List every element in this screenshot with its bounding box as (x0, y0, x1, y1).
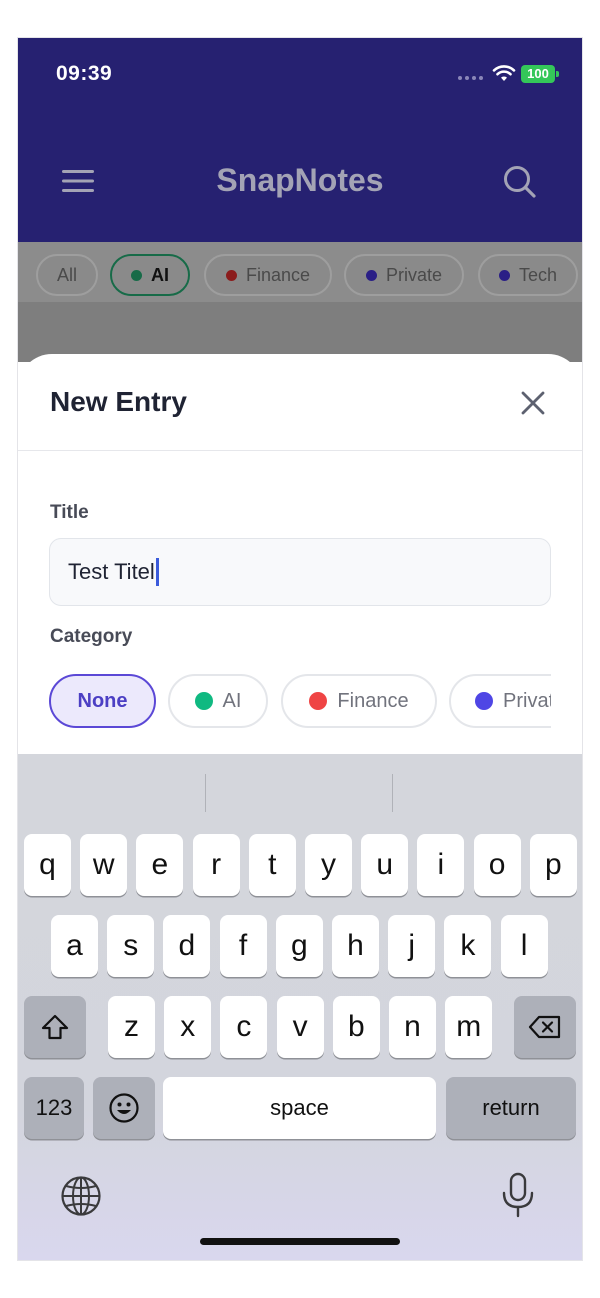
filter-chip-label: AI (151, 264, 169, 285)
tech-dot-icon (498, 269, 510, 281)
category-chip-ai[interactable]: AI (168, 674, 268, 728)
key-w[interactable]: w (80, 834, 128, 896)
battery-icon: 100 (521, 65, 559, 83)
key-k[interactable]: k (444, 915, 492, 977)
key-n[interactable]: n (389, 996, 436, 1058)
key-v[interactable]: v (276, 996, 324, 1058)
search-icon[interactable] (502, 164, 538, 200)
emoji-key[interactable] (93, 1077, 155, 1139)
title-input-value: Test Titel (68, 559, 155, 584)
key-a[interactable]: a (51, 915, 98, 977)
filter-chip-label: Finance (245, 264, 311, 285)
category-chip-private[interactable]: Private (449, 674, 551, 728)
key-p[interactable]: p (529, 834, 577, 896)
key-o[interactable]: o (473, 834, 521, 896)
divider (18, 450, 582, 451)
key-z[interactable]: z (108, 996, 155, 1058)
home-indicator (200, 1238, 400, 1245)
title-input[interactable]: Test Titel (49, 538, 551, 606)
phone-screen: 09:39 100 SnapNotes All AI Finance Priva… (18, 38, 582, 1260)
key-b[interactable]: b (332, 996, 380, 1058)
category-chip-label: None (77, 689, 128, 712)
emoji-icon (109, 1093, 139, 1123)
return-key[interactable]: return (446, 1077, 576, 1139)
backspace-icon (528, 1015, 561, 1039)
delete-key[interactable] (514, 996, 576, 1058)
key-q[interactable]: q (24, 834, 71, 896)
wifi-icon (492, 65, 516, 81)
category-chip-label: Private (503, 689, 551, 712)
on-screen-keyboard: qwertyuiop asdfghjkl zxcvbnm 123 space r… (18, 754, 582, 1260)
ai-dot-icon (194, 692, 213, 710)
filter-chip-label: All (56, 264, 77, 285)
app-header: 09:39 100 SnapNotes (18, 38, 582, 242)
key-g[interactable]: g (275, 915, 323, 977)
category-filter-bar: All AI Finance Private Tech (18, 242, 582, 302)
cellular-signal-icon (458, 76, 483, 80)
key-i[interactable]: i (417, 834, 465, 896)
filter-chip-private[interactable]: Private (344, 254, 464, 296)
category-chip-label: Finance (337, 689, 409, 712)
category-chip-label: AI (222, 689, 242, 712)
key-c[interactable]: c (220, 996, 268, 1058)
app-title: SnapNotes (216, 162, 384, 198)
filter-chip-label: Tech (518, 264, 558, 285)
key-u[interactable]: u (361, 834, 409, 896)
globe-icon[interactable] (60, 1175, 102, 1217)
key-d[interactable]: d (163, 915, 211, 977)
key-r[interactable]: r (192, 834, 240, 896)
shift-key[interactable] (24, 996, 86, 1058)
key-x[interactable]: x (164, 996, 212, 1058)
key-f[interactable]: f (219, 915, 267, 977)
category-chip-finance[interactable]: Finance (281, 674, 437, 728)
suggestion-divider (392, 774, 393, 812)
finance-dot-icon (309, 692, 328, 710)
key-j[interactable]: j (388, 915, 436, 977)
key-m[interactable]: m (445, 996, 493, 1058)
key-t[interactable]: t (248, 834, 296, 896)
filter-chip-ai[interactable]: AI (110, 254, 190, 296)
filter-chip-finance[interactable]: Finance (204, 254, 332, 296)
finance-dot-icon (225, 269, 237, 281)
key-s[interactable]: s (107, 915, 155, 977)
close-icon[interactable] (518, 388, 548, 418)
filter-chip-all[interactable]: All (36, 254, 98, 296)
space-key[interactable]: space (163, 1077, 436, 1139)
key-h[interactable]: h (332, 915, 379, 977)
microphone-icon[interactable] (500, 1172, 536, 1218)
private-dot-icon (365, 269, 377, 281)
key-e[interactable]: e (136, 834, 184, 896)
key-l[interactable]: l (500, 915, 548, 977)
category-selector: None AI Finance Private (49, 670, 551, 730)
shift-icon (41, 1014, 69, 1040)
numbers-key[interactable]: 123 (24, 1077, 84, 1139)
sheet-title: New Entry (50, 386, 187, 417)
status-time: 09:39 (56, 62, 113, 85)
private-dot-icon (475, 692, 493, 710)
ai-dot-icon (131, 269, 142, 281)
filter-chip-tech[interactable]: Tech (478, 254, 578, 296)
suggestion-divider (205, 774, 206, 812)
filter-chip-label: Private (385, 264, 443, 285)
text-caret (155, 558, 159, 586)
category-field-label: Category (50, 626, 133, 647)
category-chip-none[interactable]: None (49, 674, 156, 728)
modal-backdrop[interactable] (18, 302, 582, 362)
title-field-label: Title (50, 502, 89, 523)
new-entry-sheet: New Entry Title Test Titel Category None… (18, 354, 582, 754)
key-y[interactable]: y (305, 834, 352, 896)
battery-level: 100 (521, 65, 555, 83)
